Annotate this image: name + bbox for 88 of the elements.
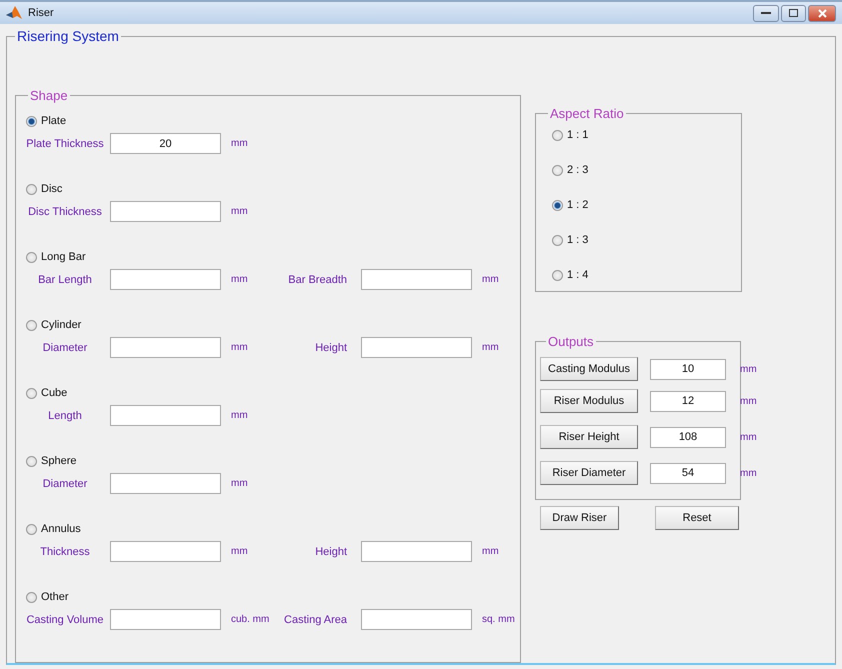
unit-label: mm [231, 274, 248, 285]
input-field[interactable] [110, 473, 221, 494]
field-label: Thickness [39, 546, 91, 558]
input-field[interactable] [110, 269, 221, 290]
field-label: Bar Breadth [287, 274, 348, 286]
maximize-button[interactable] [781, 4, 806, 22]
output-button[interactable]: Casting Modulus [540, 357, 638, 381]
output-field[interactable]: 108 [650, 426, 726, 448]
radio-label: Long Bar [41, 251, 86, 263]
unit-label: mm [740, 468, 757, 478]
field-label: Diameter [42, 478, 88, 490]
radio-label: Cube [41, 387, 68, 399]
output-field[interactable]: 54 [650, 462, 726, 484]
radio-button[interactable] [552, 200, 563, 210]
field-label: Plate Thickness [25, 138, 105, 150]
unit-label: mm [482, 274, 499, 285]
panel-title: Outputs [547, 334, 595, 349]
close-icon [818, 8, 826, 18]
output-button[interactable]: Riser Height [540, 425, 638, 449]
radio-button[interactable] [26, 592, 37, 602]
unit-label: mm [231, 138, 248, 149]
radio-button[interactable] [26, 456, 37, 466]
unit-label: mm [482, 342, 499, 353]
radio-label: 1 : 4 [567, 269, 588, 281]
radio-button[interactable] [552, 130, 563, 140]
panel-title: Aspect Ratio [549, 106, 625, 121]
input-field[interactable]: 20 [110, 133, 221, 154]
radio-label: 1 : 2 [567, 199, 588, 211]
panel-title: Risering System [16, 28, 120, 44]
radio-button[interactable] [26, 184, 37, 194]
radio-button[interactable] [552, 234, 563, 246]
unit-label: mm [231, 206, 248, 217]
unit-label: mm [740, 432, 757, 442]
unit-label: mm [231, 478, 248, 489]
radio-label: 2 : 3 [567, 164, 588, 176]
input-field[interactable] [361, 609, 472, 630]
maximize-icon [789, 9, 798, 17]
radio-button[interactable] [26, 320, 37, 330]
unit-label: mm [231, 342, 248, 353]
field-label: Height [314, 546, 348, 558]
radio-label: Annulus [41, 523, 81, 535]
field-label: Casting Volume [25, 614, 105, 626]
radio-label: Other [41, 591, 69, 603]
output-button[interactable]: Riser Diameter [540, 461, 638, 485]
input-field[interactable] [110, 609, 221, 630]
field-label: Bar Length [37, 274, 93, 286]
input-field[interactable] [110, 337, 221, 358]
input-field[interactable] [361, 269, 472, 290]
radio-label: 1 : 1 [567, 129, 588, 141]
field-label: Disc Thickness [27, 206, 103, 218]
unit-label: mm [740, 396, 757, 406]
field-label: Length [47, 410, 83, 422]
unit-label: sq. mm [482, 614, 515, 625]
unit-label: mm [231, 410, 248, 421]
window-title: Riser [28, 7, 55, 19]
field-label: Casting Area [283, 614, 348, 626]
app-icon [6, 6, 22, 20]
radio-button[interactable] [552, 164, 563, 176]
input-field[interactable] [110, 405, 221, 426]
unit-label: mm [740, 364, 757, 374]
radio-label: 1 : 3 [567, 234, 588, 246]
radio-label: Sphere [41, 455, 76, 467]
unit-label: mm [231, 546, 248, 557]
output-field[interactable]: 12 [650, 390, 726, 412]
radio-button[interactable] [26, 524, 37, 534]
output-button[interactable]: Riser Modulus [540, 389, 638, 413]
close-button[interactable] [808, 4, 836, 22]
unit-label: mm [482, 546, 499, 557]
minimize-button[interactable] [753, 4, 779, 22]
input-field[interactable] [110, 541, 221, 562]
radio-label: Cylinder [41, 319, 82, 331]
panel-title: Shape [29, 88, 69, 103]
radio-button[interactable] [26, 252, 37, 262]
minimize-icon [761, 11, 771, 15]
radio-button[interactable] [26, 116, 37, 126]
field-label: Diameter [42, 342, 88, 354]
output-field[interactable]: 10 [650, 358, 726, 380]
unit-label: cub. mm [231, 614, 270, 625]
input-field[interactable] [361, 541, 472, 562]
action-button[interactable]: Draw Riser [540, 506, 619, 530]
input-field[interactable] [361, 337, 472, 358]
radio-button[interactable] [552, 270, 563, 280]
action-button[interactable]: Reset [655, 506, 739, 530]
radio-button[interactable] [26, 388, 37, 398]
input-field[interactable] [110, 201, 221, 222]
radio-label: Disc [41, 183, 62, 195]
field-label: Height [314, 342, 348, 354]
radio-label: Plate [41, 115, 66, 127]
